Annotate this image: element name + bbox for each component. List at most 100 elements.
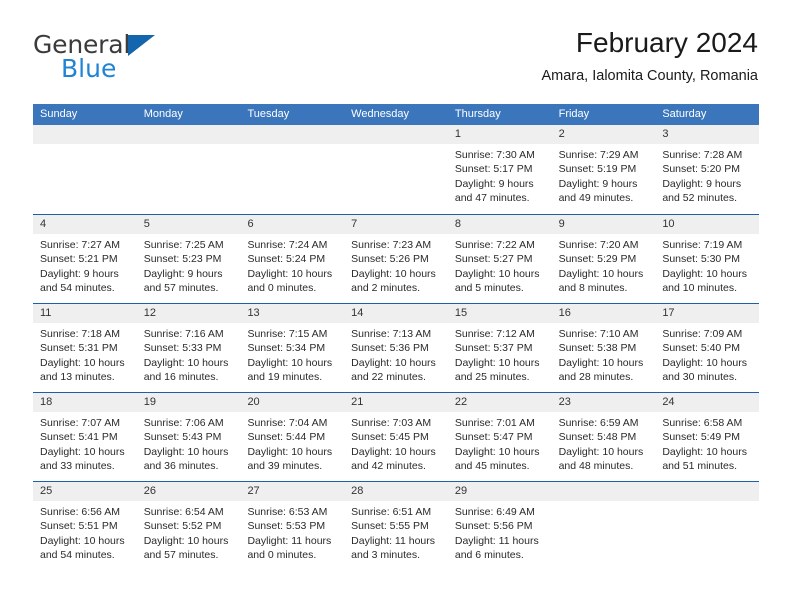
day-sun-info: Sunrise: 7:03 AM Sunset: 5:45 PM Daylight:… xyxy=(344,412,448,474)
daylight-duration-line1: Daylight: 10 hours xyxy=(454,445,540,458)
calendar-day-cell[interactable]: 16 Sunrise: 7:10 AM Sunset: 5:38 PM Dayligh… xyxy=(551,304,656,392)
day-sun-info: Sunrise: 6:59 AM Sunset: 5:48 PM Daylight:… xyxy=(552,412,656,474)
sunrise-time: Sunrise: 7:18 AM xyxy=(40,328,120,340)
calendar-week-row: 25 Sunrise: 6:56 AM Sunset: 5:51 PM Dayligh… xyxy=(33,481,760,570)
day-number: 25 xyxy=(33,482,137,501)
day-sun-info: Sunrise: 7:23 AM Sunset: 5:26 PM Daylight:… xyxy=(344,234,448,296)
daylight-duration-line1: Daylight: 10 hours xyxy=(662,356,747,369)
calendar-day-cell[interactable]: 23 Sunrise: 6:59 AM Sunset: 5:48 PM Dayligh… xyxy=(551,393,656,481)
sunrise-time: Sunrise: 6:49 AM xyxy=(454,506,535,518)
day-number: 26 xyxy=(136,482,241,501)
daylight-duration-line2: and 16 minutes. xyxy=(143,371,219,384)
calendar-day-cell[interactable]: 17 Sunrise: 7:09 AM Sunset: 5:40 PM Dayligh… xyxy=(655,304,760,392)
sunrise-time: Sunrise: 6:59 AM xyxy=(558,417,639,429)
weekday-header-thursday: Thursday xyxy=(454,108,501,120)
sunrise-time: Sunrise: 7:10 AM xyxy=(558,328,639,340)
day-number xyxy=(655,482,760,501)
calendar-day-cell[interactable]: 25 Sunrise: 6:56 AM Sunset: 5:51 PM Dayligh… xyxy=(33,482,137,570)
day-sun-info: Sunrise: 6:49 AM Sunset: 5:56 PM Daylight:… xyxy=(448,501,552,563)
calendar-day-cell[interactable]: 1 Sunrise: 7:30 AM Sunset: 5:17 PM Daylight… xyxy=(447,125,552,214)
calendar-day-cell[interactable]: 26 Sunrise: 6:54 AM Sunset: 5:52 PM Dayligh… xyxy=(136,482,241,570)
calendar-grid: Sunday Monday Tuesday Wednesday Thursday… xyxy=(33,104,760,570)
daylight-duration-line2: and 33 minutes. xyxy=(40,460,115,473)
calendar-week-row: 18 Sunrise: 7:07 AM Sunset: 5:41 PM Dayligh… xyxy=(33,392,760,481)
calendar-day-cell[interactable]: 6 Sunrise: 7:24 AM Sunset: 5:24 PM Daylight… xyxy=(240,215,345,303)
calendar-day-cell[interactable]: 24 Sunrise: 6:58 AM Sunset: 5:49 PM Dayligh… xyxy=(655,393,760,481)
day-sun-info: Sunrise: 7:27 AM Sunset: 5:21 PM Daylight:… xyxy=(33,234,137,296)
calendar-day-cell[interactable]: 7 Sunrise: 7:23 AM Sunset: 5:26 PM Daylight… xyxy=(344,215,448,303)
calendar-week-row: 4 Sunrise: 7:27 AM Sunset: 5:21 PM Daylight… xyxy=(33,214,760,303)
daylight-duration-line1: Daylight: 9 hours xyxy=(662,177,742,190)
sunset-time: Sunset: 5:37 PM xyxy=(454,342,533,355)
sunset-time: Sunset: 5:47 PM xyxy=(454,431,533,444)
calendar-day-cell[interactable]: 9 Sunrise: 7:20 AM Sunset: 5:29 PM Daylight… xyxy=(551,215,656,303)
sunrise-time: Sunrise: 7:27 AM xyxy=(40,239,120,251)
title-block: February 2024 Amara, Ialomita County, Ro… xyxy=(541,26,758,85)
sunrise-time: Sunrise: 7:23 AM xyxy=(351,239,432,251)
weekday-header-saturday: Saturday xyxy=(662,108,707,120)
sunrise-time: Sunrise: 7:07 AM xyxy=(40,417,120,429)
calendar-day-cell[interactable]: 21 Sunrise: 7:03 AM Sunset: 5:45 PM Dayligh… xyxy=(344,393,448,481)
day-number xyxy=(33,125,137,144)
day-number xyxy=(136,125,241,144)
day-number xyxy=(344,125,448,144)
calendar-day-cell[interactable]: 19 Sunrise: 7:06 AM Sunset: 5:43 PM Dayligh… xyxy=(136,393,241,481)
day-sun-info: Sunrise: 6:54 AM Sunset: 5:52 PM Daylight:… xyxy=(137,501,241,563)
calendar-day-cell[interactable]: 12 Sunrise: 7:16 AM Sunset: 5:33 PM Dayligh… xyxy=(136,304,241,392)
daylight-duration-line2: and 48 minutes. xyxy=(558,460,634,473)
calendar-day-cell[interactable]: 3 Sunrise: 7:28 AM Sunset: 5:20 PM Daylight… xyxy=(655,125,760,214)
day-sun-info: Sunrise: 7:18 AM Sunset: 5:31 PM Daylight:… xyxy=(33,323,137,385)
day-sun-info: Sunrise: 7:16 AM Sunset: 5:33 PM Daylight:… xyxy=(137,323,241,385)
sunset-time: Sunset: 5:56 PM xyxy=(454,520,533,533)
daylight-duration-line2: and 30 minutes. xyxy=(662,371,738,384)
calendar-day-cell[interactable]: 22 Sunrise: 7:01 AM Sunset: 5:47 PM Dayligh… xyxy=(447,393,552,481)
daylight-duration-line1: Daylight: 10 hours xyxy=(143,445,229,458)
calendar-day-cell[interactable]: 14 Sunrise: 7:13 AM Sunset: 5:36 PM Dayligh… xyxy=(344,304,448,392)
daylight-duration-line1: Daylight: 10 hours xyxy=(454,356,540,369)
day-number: 14 xyxy=(344,304,448,323)
day-sun-info: Sunrise: 7:01 AM Sunset: 5:47 PM Daylight:… xyxy=(448,412,552,474)
calendar-day-cell[interactable]: 8 Sunrise: 7:22 AM Sunset: 5:27 PM Daylight… xyxy=(447,215,552,303)
sunset-time: Sunset: 5:44 PM xyxy=(247,431,326,444)
daylight-duration-line1: Daylight: 11 hours xyxy=(351,534,436,547)
calendar-day-cell[interactable]: 11 Sunrise: 7:18 AM Sunset: 5:31 PM Dayligh… xyxy=(33,304,137,392)
calendar-day-cell[interactable]: 5 Sunrise: 7:25 AM Sunset: 5:23 PM Daylight… xyxy=(136,215,241,303)
day-sun-info: Sunrise: 7:29 AM Sunset: 5:19 PM Daylight:… xyxy=(552,144,656,206)
day-number: 16 xyxy=(551,304,656,323)
day-sun-info: Sunrise: 7:10 AM Sunset: 5:38 PM Daylight:… xyxy=(552,323,656,385)
calendar-day-cell[interactable]: 13 Sunrise: 7:15 AM Sunset: 5:34 PM Dayligh… xyxy=(240,304,345,392)
sunrise-time: Sunrise: 7:16 AM xyxy=(143,328,224,340)
sunrise-time: Sunrise: 7:22 AM xyxy=(454,239,535,251)
daylight-duration-line1: Daylight: 9 hours xyxy=(40,267,119,280)
calendar-day-cell[interactable]: 15 Sunrise: 7:12 AM Sunset: 5:37 PM Dayligh… xyxy=(447,304,552,392)
sunrise-time: Sunrise: 7:25 AM xyxy=(143,239,224,251)
calendar-day-cell[interactable]: 10 Sunrise: 7:19 AM Sunset: 5:30 PM Dayligh… xyxy=(655,215,760,303)
sunrise-time: Sunrise: 7:06 AM xyxy=(143,417,224,429)
sunrise-time: Sunrise: 7:13 AM xyxy=(351,328,432,340)
calendar-day-cell[interactable]: 20 Sunrise: 7:04 AM Sunset: 5:44 PM Dayligh… xyxy=(240,393,345,481)
sunrise-time: Sunrise: 7:29 AM xyxy=(558,149,639,161)
sunset-time: Sunset: 5:36 PM xyxy=(351,342,429,355)
sunset-time: Sunset: 5:48 PM xyxy=(558,431,637,444)
calendar-weeks: 1 Sunrise: 7:30 AM Sunset: 5:17 PM Daylight… xyxy=(33,125,760,570)
day-number: 21 xyxy=(344,393,448,412)
calendar-day-cell[interactable]: 4 Sunrise: 7:27 AM Sunset: 5:21 PM Daylight… xyxy=(33,215,137,303)
day-number: 1 xyxy=(447,125,552,144)
sunset-time: Sunset: 5:53 PM xyxy=(247,520,326,533)
day-number: 3 xyxy=(655,125,760,144)
calendar-day-cell[interactable]: 28 Sunrise: 6:51 AM Sunset: 5:55 PM Dayligh… xyxy=(344,482,448,570)
calendar-day-cell[interactable]: 18 Sunrise: 7:07 AM Sunset: 5:41 PM Dayligh… xyxy=(33,393,137,481)
daylight-duration-line2: and 51 minutes. xyxy=(662,460,738,473)
day-number: 5 xyxy=(136,215,241,234)
calendar-day-cell[interactable]: 2 Sunrise: 7:29 AM Sunset: 5:19 PM Daylight… xyxy=(551,125,656,214)
daylight-duration-line2: and 0 minutes. xyxy=(247,549,317,562)
daylight-duration-line1: Daylight: 9 hours xyxy=(454,177,534,190)
day-sun-info: Sunrise: 7:13 AM Sunset: 5:36 PM Daylight:… xyxy=(344,323,448,385)
calendar-day-cell[interactable]: 29 Sunrise: 6:49 AM Sunset: 5:56 PM Dayligh… xyxy=(447,482,552,570)
weekday-header-wednesday: Wednesday xyxy=(351,108,410,120)
calendar-day-cell[interactable]: 27 Sunrise: 6:53 AM Sunset: 5:53 PM Dayligh… xyxy=(240,482,345,570)
generalblue-logo[interactable]: General Blue xyxy=(33,32,233,92)
sunrise-time: Sunrise: 6:53 AM xyxy=(247,506,328,518)
day-number: 2 xyxy=(551,125,656,144)
sunrise-time: Sunrise: 6:56 AM xyxy=(40,506,120,518)
